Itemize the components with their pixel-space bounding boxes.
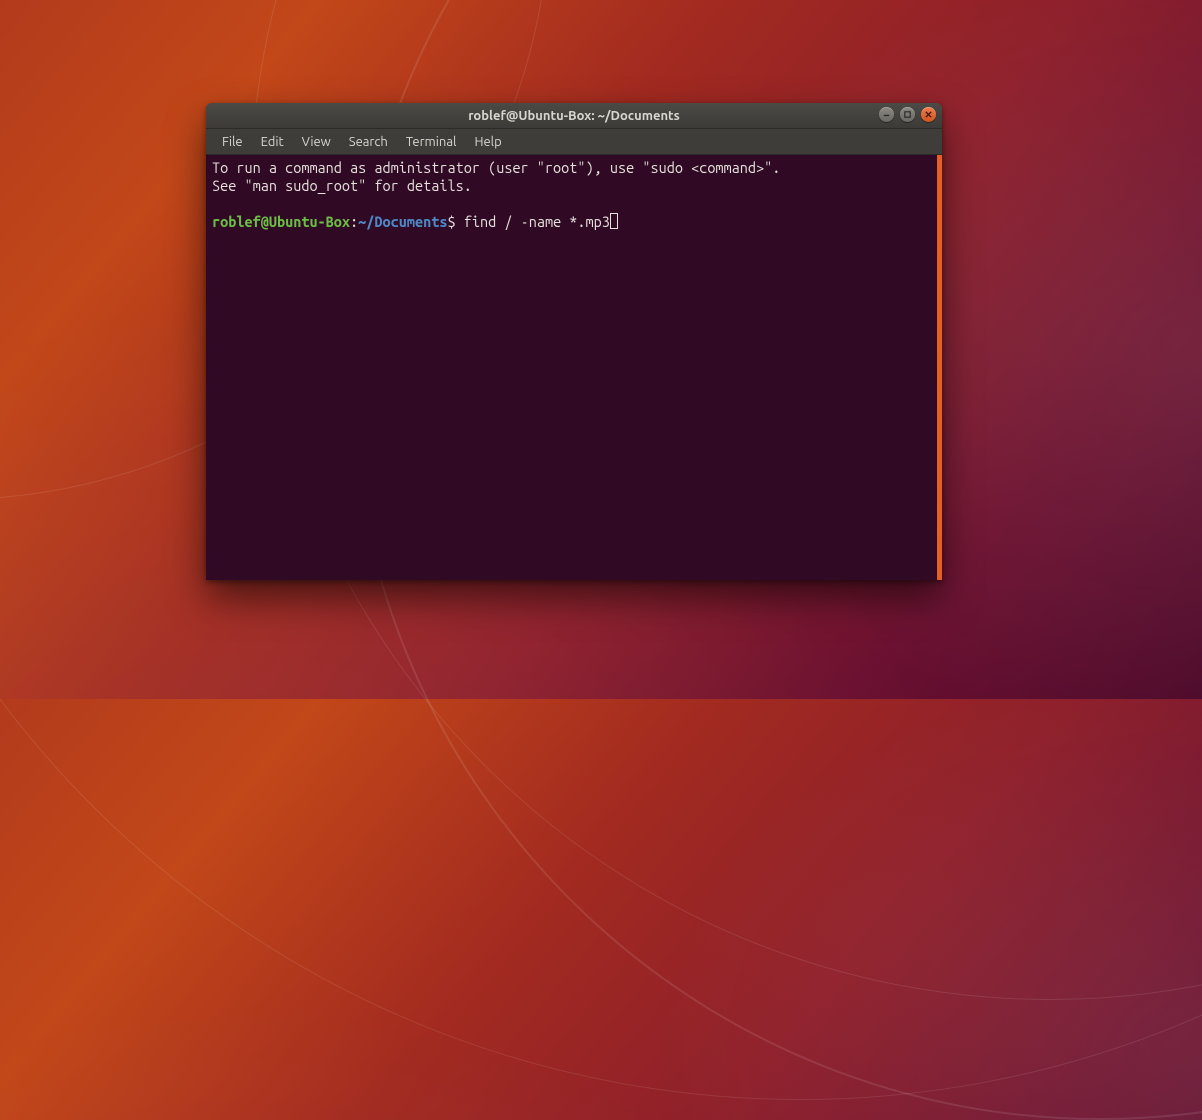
maximize-icon xyxy=(903,110,912,119)
prompt-path: ~/Documents xyxy=(358,213,447,230)
terminal-output-line: To run a command as administrator (user … xyxy=(212,159,780,176)
window-controls xyxy=(879,107,936,122)
terminal-output-line: See "man sudo_root" for details. xyxy=(212,177,472,194)
terminal-content[interactable]: To run a command as administrator (user … xyxy=(206,155,937,580)
menu-edit[interactable]: Edit xyxy=(253,132,292,152)
window-titlebar[interactable]: roblef@Ubuntu-Box: ~/Documents xyxy=(206,103,942,129)
terminal-window: roblef@Ubuntu-Box: ~/Documents File Edit… xyxy=(206,103,942,580)
close-button[interactable] xyxy=(921,107,936,122)
cursor-icon xyxy=(610,213,618,229)
menu-view[interactable]: View xyxy=(294,132,339,152)
minimize-button[interactable] xyxy=(879,107,894,122)
terminal-command: find / -name *.mp3 xyxy=(464,213,610,230)
terminal-body: To run a command as administrator (user … xyxy=(206,155,942,580)
menu-file[interactable]: File xyxy=(214,132,251,152)
maximize-button[interactable] xyxy=(900,107,915,122)
menu-terminal[interactable]: Terminal xyxy=(398,132,465,152)
prompt-user-host: roblef@Ubuntu-Box xyxy=(212,213,350,230)
menu-help[interactable]: Help xyxy=(466,132,509,152)
menubar: File Edit View Search Terminal Help xyxy=(206,129,942,155)
close-icon xyxy=(924,110,933,119)
window-title: roblef@Ubuntu-Box: ~/Documents xyxy=(468,109,680,123)
prompt-symbol: $ xyxy=(448,213,456,230)
menu-search[interactable]: Search xyxy=(341,132,396,152)
prompt-separator: : xyxy=(350,213,358,230)
scrollbar[interactable] xyxy=(937,155,942,580)
minimize-icon xyxy=(882,110,891,119)
